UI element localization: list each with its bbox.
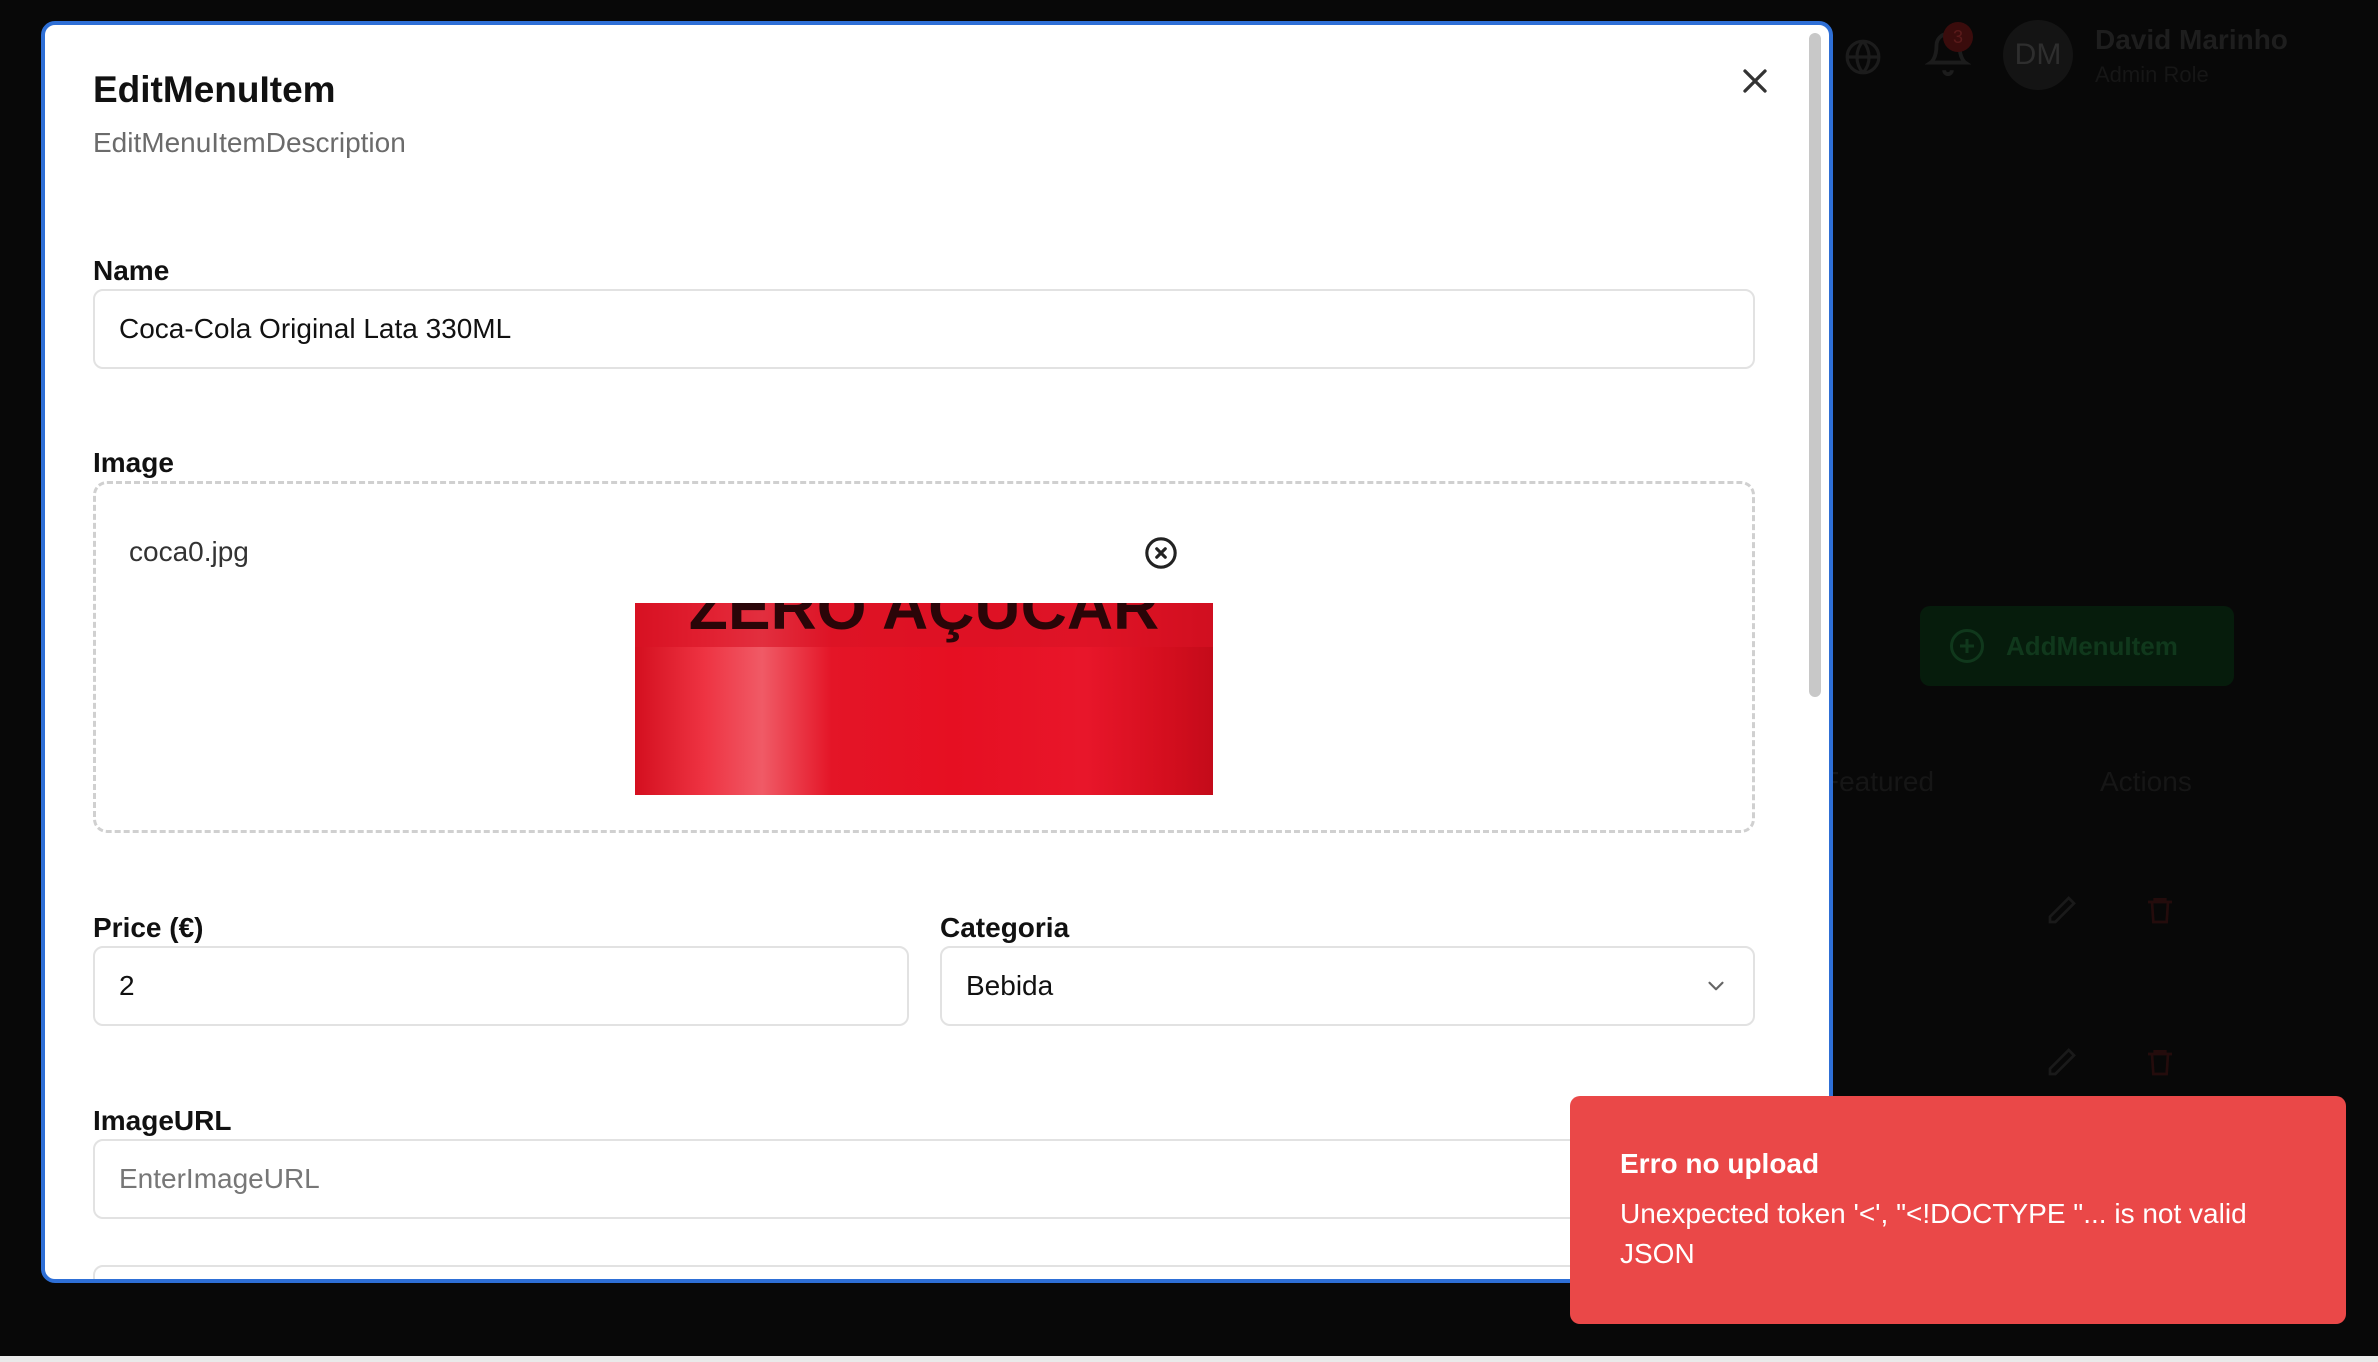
globe-icon — [1845, 39, 1881, 75]
image-dropzone[interactable]: coca0.jpg ZERO AÇÚCAR — [93, 481, 1755, 833]
avatar: DM — [2003, 20, 2073, 90]
name-label: Name — [93, 255, 170, 286]
trash-icon — [2148, 898, 2172, 924]
trash-icon — [2148, 1050, 2172, 1076]
image-preview: ZERO AÇÚCAR — [635, 603, 1213, 795]
close-icon[interactable] — [1735, 61, 1775, 101]
name-input[interactable] — [93, 289, 1755, 369]
user-name: David Marinho — [2095, 24, 2288, 55]
category-selected-value: Bebida — [966, 970, 1054, 1001]
image-label: Image — [93, 447, 174, 478]
toast-message: Unexpected token '<', "<!DOCTYPE "... is… — [1620, 1198, 2247, 1269]
plus-circle-icon — [1950, 629, 1984, 663]
x-circle-icon[interactable] — [1144, 536, 1178, 570]
edit-menu-item-dialog: EditMenuItem EditMenuItemDescription Nam… — [41, 21, 1833, 1283]
column-header-actions: Actions — [2100, 766, 2192, 797]
user-role: Admin Role — [2095, 62, 2209, 87]
add-menu-item-button: AddMenuItem — [1920, 606, 2234, 686]
chevron-down-icon — [1708, 981, 1724, 991]
uploaded-file-name: coca0.jpg — [129, 536, 249, 567]
toast-title: Erro no upload — [1620, 1148, 1820, 1179]
dialog-title: EditMenuItem — [93, 69, 336, 110]
column-header-featured: Featured — [1822, 766, 1935, 797]
price-label: Price (€) — [93, 912, 204, 943]
scrollbar-thumb[interactable] — [1809, 33, 1821, 697]
dialog-description: EditMenuItemDescription — [93, 127, 406, 158]
bottom-divider — [0, 1356, 2378, 1362]
add-menu-item-label: AddMenuItem — [2006, 630, 2178, 661]
category-label: Categoria — [940, 912, 1070, 943]
pencil-icon — [2048, 896, 2076, 924]
error-toast[interactable]: Erro no upload Unexpected token '<', "<!… — [1570, 1096, 2346, 1324]
notification-badge: 3 — [1943, 22, 1973, 52]
pencil-icon — [2048, 1048, 2076, 1076]
category-select[interactable]: Bebida — [940, 946, 1755, 1026]
next-form-field[interactable] — [93, 1265, 1755, 1279]
image-url-input[interactable] — [93, 1139, 1755, 1219]
price-input[interactable] — [93, 946, 909, 1026]
preview-text: ZERO AÇÚCAR — [689, 603, 1160, 643]
image-url-label: ImageURL — [93, 1105, 232, 1136]
